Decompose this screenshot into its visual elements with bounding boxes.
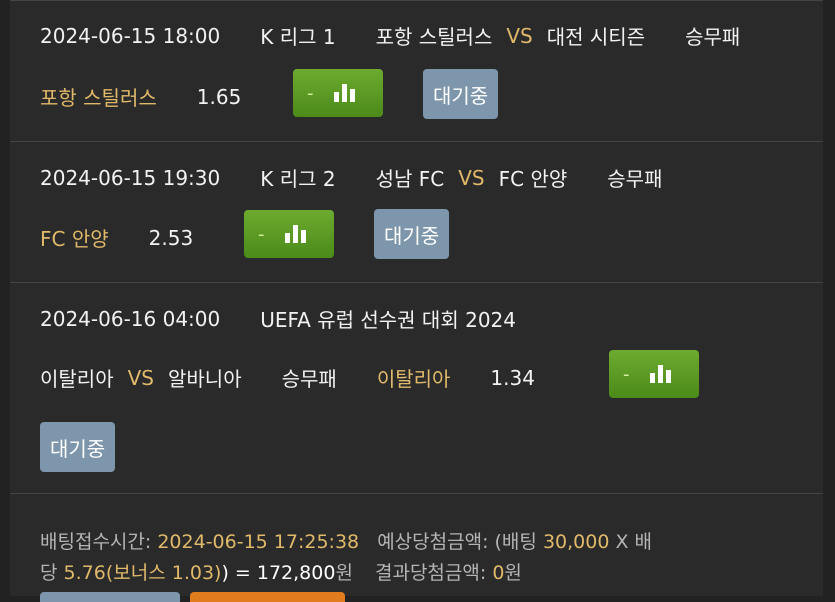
league-name: UEFA 유럽 선수권 대회 2024: [260, 308, 516, 332]
result-label: 결과당첨금액:: [374, 562, 487, 584]
match-datetime: 2024-06-16 04:00: [40, 306, 221, 331]
away-team: 대전 시티즌: [546, 25, 646, 49]
match-header: 2024-06-16 04:00 UEFA 유럽 선수권 대회 2024: [40, 304, 516, 333]
pick-team: 이탈리아: [376, 367, 451, 391]
stats-dash: -: [258, 223, 265, 245]
stats-dash: -: [623, 363, 630, 385]
match-card-3: 2024-06-16 04:00 UEFA 유럽 선수권 대회 2024 이탈리…: [10, 282, 823, 493]
bet-summary-line-2: 당 5.76(보너스 1.03)) = 172,800원 결과당첨금액: 0원: [40, 558, 652, 589]
match-card-1: 2024-06-15 18:00 K 리그 1 포항 스틸러스 VS 대전 시티…: [10, 0, 823, 141]
status-badge: 대기중: [423, 69, 499, 119]
vs-label: VS: [458, 165, 485, 190]
bet-type: 승무패: [685, 25, 741, 49]
pick-odds: 1.34: [490, 365, 535, 390]
odds-prefix: 당: [40, 562, 58, 584]
match-card-2: 2024-06-15 19:30 K 리그 2 성남 FC VS FC 안양 승…: [10, 141, 823, 282]
bet-summary-line-1: 배팅접수시간: 2024-06-15 17:25:38 예상당첨금액: (배팅 …: [40, 527, 652, 558]
equals-sign: ) =: [221, 562, 257, 584]
teams-row: 이탈리아 VS 알바니아 승무패 이탈리아 1.34: [40, 363, 535, 392]
stats-dash: -: [307, 82, 314, 104]
vs-label: VS: [127, 365, 154, 390]
home-team: 이탈리아: [40, 367, 114, 391]
stats-button[interactable]: -: [609, 350, 699, 398]
bar-chart-icon: [284, 225, 306, 243]
bet-type: 승무패: [281, 367, 337, 391]
home-team: 성남 FC: [375, 167, 445, 191]
status-badge: 대기중: [374, 209, 450, 259]
home-team: 포항 스틸러스: [375, 25, 493, 49]
league-name: K 리그 2: [260, 167, 336, 191]
bottom-action-button-left[interactable]: [40, 592, 180, 602]
result-won: 원: [504, 562, 522, 584]
bar-chart-icon: [649, 365, 671, 383]
bet-summary-text: 배팅접수시간: 2024-06-15 17:25:38 예상당첨금액: (배팅 …: [40, 527, 652, 589]
match-header: 2024-06-15 18:00 K 리그 1 포항 스틸러스 VS 대전 시티…: [40, 21, 740, 50]
away-team: 알바니아: [168, 367, 242, 391]
pick-row: 포항 스틸러스 1.65: [40, 82, 241, 111]
match-header: 2024-06-15 19:30 K 리그 2 성남 FC VS FC 안양 승…: [40, 163, 662, 192]
bar-chart-icon: [333, 84, 355, 102]
total-odds: 5.76(보너스 1.03): [63, 562, 222, 584]
away-team: FC 안양: [498, 167, 568, 191]
expected-amount: 172,800: [256, 562, 336, 584]
vs-label: VS: [506, 23, 533, 48]
bet-type: 승무패: [607, 167, 663, 191]
expected-won: 원: [335, 562, 353, 584]
pick-row: FC 안양 2.53: [40, 223, 193, 252]
stake-amount: 30,000: [542, 531, 610, 553]
bet-time-label: 배팅접수시간:: [40, 531, 152, 553]
pick-team: 포항 스틸러스: [40, 86, 157, 110]
times-label: X 배: [615, 531, 653, 553]
stats-button[interactable]: -: [244, 210, 334, 258]
pick-odds: 2.53: [148, 225, 194, 250]
pick-team: FC 안양: [40, 227, 109, 251]
bet-time-value: 2024-06-15 17:25:38: [157, 531, 360, 553]
match-datetime: 2024-06-15 18:00: [40, 23, 221, 48]
league-name: K 리그 1: [260, 25, 336, 49]
result-amount: 0: [492, 562, 505, 584]
match-datetime: 2024-06-15 19:30: [40, 165, 221, 190]
pick-odds: 1.65: [196, 84, 242, 109]
status-badge: 대기중: [40, 422, 116, 472]
stats-button[interactable]: -: [293, 69, 383, 117]
expected-label: 예상당첨금액: (배팅: [377, 531, 537, 553]
bottom-action-button-right[interactable]: [190, 592, 345, 602]
